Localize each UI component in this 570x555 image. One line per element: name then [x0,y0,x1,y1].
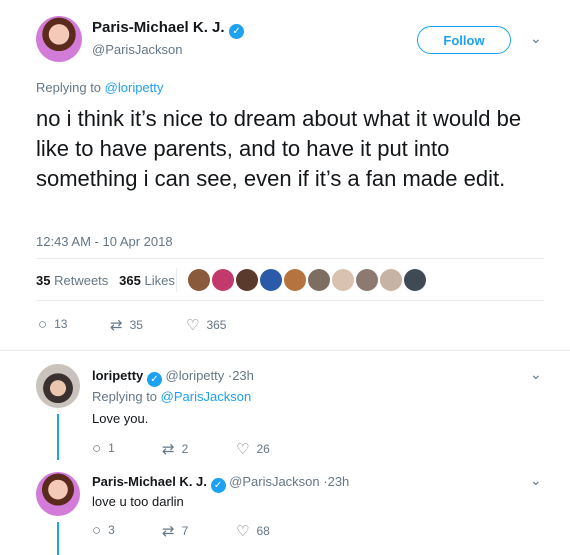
liker-avatar[interactable] [236,269,258,291]
like-icon: ♡ [186,317,200,334]
reply-display-name[interactable]: Paris-Michael K. J. [92,474,207,489]
liker-avatar[interactable] [212,269,234,291]
divider [36,300,544,301]
reply-action[interactable]: ○ 13 [38,316,67,333]
reply-icon: ○ [38,316,48,333]
like-count: 68 [256,524,270,538]
likes-label: Likes [144,273,175,288]
reply-count: 3 [108,523,115,537]
liker-avatar[interactable] [284,269,306,291]
replying-prefix: Replying to [92,389,158,404]
reply-action[interactable]: ○ 1 [92,440,115,457]
retweet-action[interactable]: ⇄ 2 [162,440,188,458]
chevron-down-icon[interactable]: ⌄ [530,30,542,47]
retweet-count: 35 [129,318,143,332]
tweet-timestamp[interactable]: 12:43 AM - 10 Apr 2018 [36,234,173,249]
like-icon: ♡ [236,441,250,458]
divider [0,350,570,351]
replying-to: Replying to @ParisJackson [92,389,251,404]
thread-line [57,414,59,460]
author-avatar[interactable] [36,16,82,62]
liker-avatar[interactable] [356,269,378,291]
reply-handle-time[interactable]: @loripetty ·23h [166,368,254,383]
retweet-count: 2 [181,442,189,456]
replying-to-link[interactable]: @loripetty [105,80,164,95]
chevron-down-icon[interactable]: ⌄ [530,472,542,489]
liker-avatar[interactable] [332,269,354,291]
retweets-count: 35 [36,273,51,288]
retweet-action[interactable]: ⇄ 7 [162,522,188,540]
chevron-down-icon[interactable]: ⌄ [530,366,542,383]
retweets-label: Retweets [54,273,109,288]
author-handle[interactable]: @ParisJackson [92,42,183,57]
retweets-stat[interactable]: 35 Retweets [36,273,108,288]
like-count: 26 [256,442,270,456]
retweet-icon: ⇄ [162,523,175,540]
reply-count: 1 [108,441,115,455]
author-name-row[interactable]: Paris-Michael K. J. ✓ [92,19,245,39]
reply-text: love u too darlin [92,494,184,509]
verified-icon: ✓ [146,372,162,387]
reply-avatar[interactable] [36,472,80,516]
retweet-action[interactable]: ⇄ 35 [110,316,143,334]
replying-to: Replying to @loripetty [36,80,163,95]
reply-count: 13 [54,317,68,331]
liker-avatar[interactable] [188,269,210,291]
reply-avatar[interactable] [36,364,80,408]
verified-icon: ✓ [229,24,245,39]
thread-line [57,522,59,555]
liker-avatar[interactable] [260,269,282,291]
like-icon: ♡ [236,523,250,540]
like-action[interactable]: ♡ 365 [186,316,226,334]
like-action[interactable]: ♡ 26 [236,440,270,458]
follow-button[interactable]: Follow [417,26,511,54]
like-action[interactable]: ♡ 68 [236,522,270,540]
reply-header: loripetty ✓ @loripetty ·23h [92,368,254,387]
liker-avatar[interactable] [380,269,402,291]
reply-handle-time[interactable]: @ParisJackson ·23h [229,474,349,489]
like-count: 365 [206,318,227,332]
reply-action[interactable]: ○ 3 [92,522,115,539]
reply-display-name[interactable]: loripetty [92,368,143,383]
likes-stat[interactable]: 365 Likes [119,273,175,288]
liked-by-avatars[interactable] [188,269,428,291]
reply-icon: ○ [92,522,102,539]
verified-icon: ✓ [210,478,226,493]
replying-prefix: Replying to [36,80,102,95]
retweet-count: 7 [181,524,189,538]
tweet-stats: 35 Retweets 365 Likes [36,273,175,288]
retweet-icon: ⇄ [110,317,123,334]
replying-to-link[interactable]: @ParisJackson [161,389,252,404]
reply-text: Love you. [92,411,149,426]
retweet-icon: ⇄ [162,441,175,458]
reply-icon: ○ [92,440,102,457]
reply-header: Paris-Michael K. J. ✓ @ParisJackson ·23h [92,474,349,493]
liker-avatar[interactable] [308,269,330,291]
stats-divider [176,268,177,292]
divider [36,258,544,259]
likes-count: 365 [119,273,141,288]
tweet-text: no i think it’s nice to dream about what… [36,106,522,191]
liker-avatar[interactable] [404,269,426,291]
author-display-name[interactable]: Paris-Michael K. J. [92,19,225,36]
